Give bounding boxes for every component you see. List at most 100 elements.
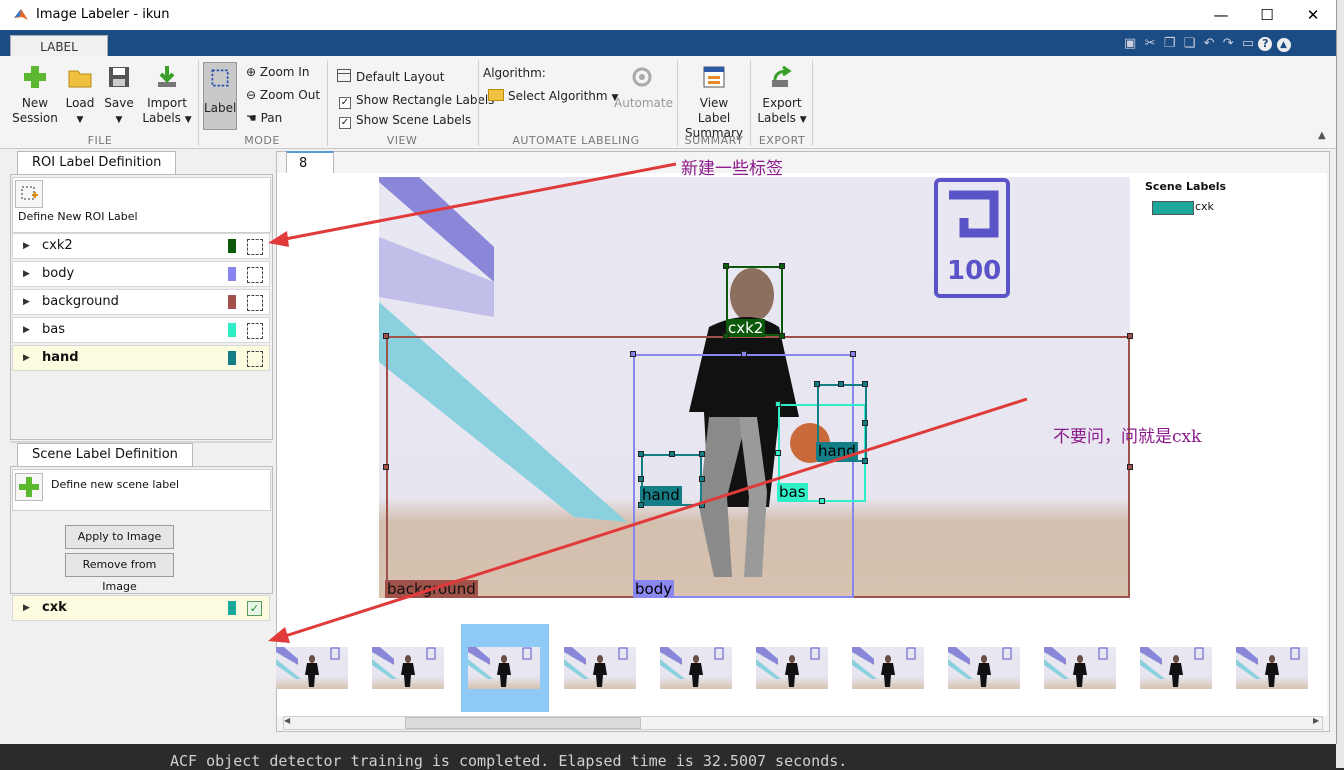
export-labels-button[interactable]: Export Labels ▼	[755, 64, 809, 128]
resize-handle[interactable]	[699, 502, 705, 508]
filmstrip-thumbnail[interactable]	[1044, 647, 1116, 689]
filmstrip-thumbnail[interactable]	[564, 647, 636, 689]
new-session-button[interactable]: New Session	[12, 64, 58, 126]
resize-handle[interactable]	[862, 458, 868, 464]
resize-handle[interactable]	[638, 502, 644, 508]
import-labels-button[interactable]: Import Labels ▼	[140, 64, 194, 128]
zoom-in-button[interactable]: ⊕ Zoom In	[246, 65, 309, 79]
resize-handle[interactable]	[850, 351, 856, 357]
redo-icon[interactable]: ↷	[1223, 36, 1234, 51]
filmstrip-thumbnail[interactable]	[852, 647, 924, 689]
roi-label-row-body[interactable]: ▶ body	[12, 261, 270, 287]
resize-handle[interactable]	[638, 451, 644, 457]
zoom-out-button[interactable]: ⊖ Zoom Out	[246, 88, 320, 102]
image-tab-8[interactable]: 8	[286, 151, 334, 175]
maximize-button[interactable]: ☐	[1244, 0, 1290, 30]
resize-handle[interactable]	[723, 333, 729, 339]
collapse-ribbon-icon[interactable]: ▲	[1276, 38, 1291, 52]
scene-label-checkbox[interactable]: ✓	[247, 601, 262, 616]
save-icon[interactable]: ▣	[1124, 36, 1136, 51]
expand-arrow-icon[interactable]: ▶	[23, 596, 30, 620]
plus-icon	[24, 66, 46, 88]
resize-handle[interactable]	[814, 381, 820, 387]
roi-label-row-bas[interactable]: ▶ bas	[12, 317, 270, 343]
resize-handle[interactable]	[779, 263, 785, 269]
label-mode-button[interactable]: Label	[203, 62, 237, 130]
automate-button[interactable]: Automate	[614, 64, 673, 111]
scrollbar-thumb[interactable]	[405, 717, 641, 729]
undo-icon[interactable]: ↶	[1204, 36, 1215, 51]
remove-from-image-button[interactable]: Remove from Image	[65, 553, 174, 593]
roi-label-row-background[interactable]: ▶ background	[12, 289, 270, 315]
apply-to-image-button[interactable]: Apply to Image	[65, 525, 174, 549]
collapse-ribbon-arrow-icon[interactable]: ▲	[1318, 130, 1326, 141]
expand-arrow-icon[interactable]: ▶	[23, 262, 30, 286]
resize-handle[interactable]	[838, 381, 844, 387]
cut-icon[interactable]: ✂	[1145, 36, 1156, 51]
resize-handle[interactable]	[699, 476, 705, 482]
resize-handle[interactable]	[775, 450, 781, 456]
tab-roi-label-definition[interactable]: ROI Label Definition	[17, 151, 177, 174]
show-scene-labels-checkbox[interactable]: ✓ Show Scene Labels	[339, 113, 471, 129]
filmstrip-thumbnail[interactable]	[276, 647, 348, 689]
resize-handle[interactable]	[383, 333, 389, 339]
resize-handle[interactable]	[383, 464, 389, 470]
paste-icon[interactable]: ❏	[1184, 36, 1196, 51]
filmstrip-thumbnail[interactable]	[1236, 647, 1308, 689]
default-layout-button[interactable]: Default Layout	[337, 69, 444, 84]
expand-arrow-icon[interactable]: ▶	[23, 234, 30, 258]
scroll-right-arrow-icon[interactable]: ▶	[1313, 716, 1319, 725]
bbox-tag-hand-1: hand	[640, 486, 682, 504]
select-algorithm-dropdown[interactable]: Select Algorithm ▼	[488, 89, 618, 103]
layout-icon[interactable]: ▭	[1242, 36, 1254, 51]
show-rectangle-labels-checkbox[interactable]: ✓ Show Rectangle Labels	[339, 93, 494, 109]
scene-legend-label: cxk	[1195, 200, 1214, 213]
save-button[interactable]: Save ▼	[100, 64, 138, 128]
resize-handle[interactable]	[819, 498, 825, 504]
resize-handle[interactable]	[699, 451, 705, 457]
resize-handle[interactable]	[862, 381, 868, 387]
minimize-button[interactable]: —	[1198, 0, 1244, 30]
resize-handle[interactable]	[630, 351, 636, 357]
load-button[interactable]: Load ▼	[60, 64, 100, 128]
plus-icon	[19, 477, 39, 497]
group-automate-labeling: AUTOMATE LABELING	[512, 134, 640, 147]
resize-handle[interactable]	[862, 420, 868, 426]
expand-arrow-icon[interactable]: ▶	[23, 346, 30, 370]
resize-handle[interactable]	[775, 401, 781, 407]
bbox-tag-cxk2: cxk2	[726, 319, 766, 337]
define-new-roi-label-button[interactable]	[15, 180, 43, 208]
scroll-left-arrow-icon[interactable]: ◀	[284, 716, 290, 725]
define-new-scene-label-button[interactable]	[15, 473, 43, 501]
filmstrip-thumbnail[interactable]	[468, 647, 540, 689]
view-label-summary-button[interactable]: View Label Summary	[682, 64, 746, 141]
tab-scene-label-definition[interactable]: Scene Label Definition	[17, 443, 193, 466]
expand-arrow-icon[interactable]: ▶	[23, 290, 30, 314]
resize-handle[interactable]	[1127, 333, 1133, 339]
floppy-disk-icon	[109, 67, 129, 87]
roi-label-row-cxk2[interactable]: ▶ cxk2	[12, 233, 270, 259]
scene-label-row-cxk[interactable]: ▶ cxk ✓	[12, 595, 270, 621]
resize-handle[interactable]	[723, 263, 729, 269]
filmstrip-thumbnail[interactable]	[756, 647, 828, 689]
pan-button[interactable]: ☚ Pan	[246, 111, 282, 125]
expand-arrow-icon[interactable]: ▶	[23, 318, 30, 342]
help-icon[interactable]: ?	[1258, 37, 1273, 51]
close-button[interactable]: ✕	[1290, 0, 1336, 30]
filmstrip-thumbnail[interactable]	[372, 647, 444, 689]
scene-labels-legend-title: Scene Labels	[1145, 180, 1227, 193]
filmstrip-thumbnail[interactable]	[948, 647, 1020, 689]
filmstrip-thumbnail[interactable]	[660, 647, 732, 689]
rectangle-roi-icon	[247, 323, 263, 339]
resize-handle[interactable]	[638, 476, 644, 482]
tab-label[interactable]: LABEL	[10, 35, 108, 58]
title-bar: Image Labeler - ikun — ☐ ✕	[0, 0, 1336, 30]
resize-handle[interactable]	[1127, 464, 1133, 470]
copy-icon[interactable]: ❐	[1164, 36, 1176, 51]
resize-handle[interactable]	[779, 333, 785, 339]
resize-handle[interactable]	[741, 351, 747, 357]
roi-label-row-hand[interactable]: ▶ hand	[12, 345, 270, 371]
filmstrip-thumbnail[interactable]	[1140, 647, 1212, 689]
resize-handle[interactable]	[669, 451, 675, 457]
label-color-swatch	[228, 323, 236, 337]
